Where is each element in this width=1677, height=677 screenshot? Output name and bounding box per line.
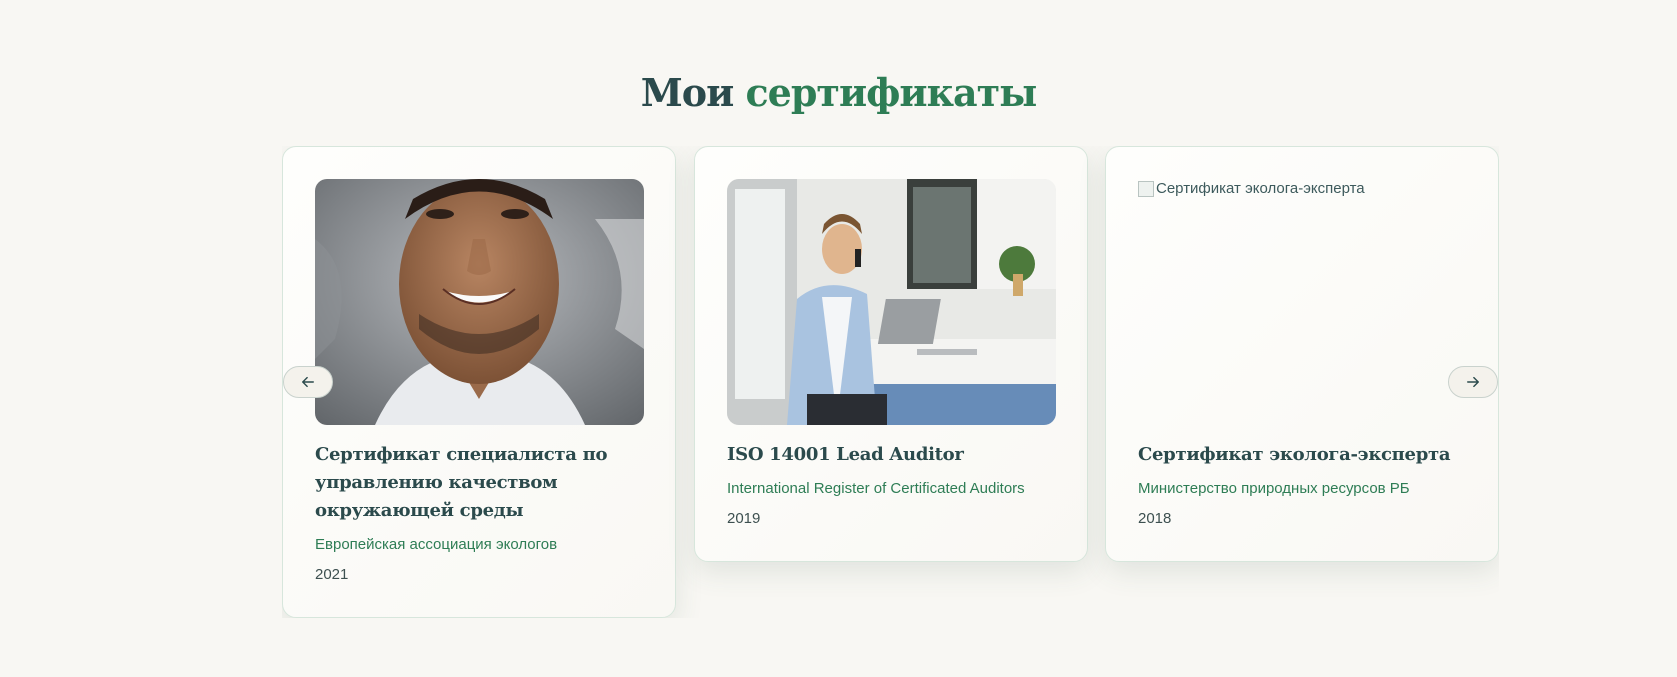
office-photo	[727, 179, 1056, 425]
arrow-left-icon	[302, 376, 314, 388]
certificate-issuer: International Register of Certificated A…	[727, 480, 1025, 497]
certificates-section: Мои сертификаты Сертификат специалиста п…	[0, 0, 1677, 677]
certificate-image-alt: Сертификат эколога-эксперта	[1156, 180, 1365, 197]
certificate-issuer: Министерство природных ресурсов РБ	[1138, 480, 1410, 497]
certificate-title: Сертификат специалиста по управлению кач…	[315, 444, 608, 521]
certificate-title: ISO 14001 Lead Auditor	[727, 444, 964, 465]
slider-next-button[interactable]	[1448, 366, 1498, 398]
certificate-image-broken: Сертификат эколога-эксперта	[1138, 179, 1467, 425]
certificate-card: ISO 14001 Lead Auditor International Reg…	[694, 146, 1088, 562]
certificate-year: 2019	[727, 510, 761, 527]
slider-prev-button[interactable]	[283, 366, 333, 398]
certificate-card: Сертификат специалиста по управлению кач…	[282, 146, 676, 618]
portrait-photo	[315, 179, 644, 425]
certificate-title: Сертификат эколога-эксперта	[1138, 444, 1451, 465]
slider-track: Сертификат специалиста по управлению кач…	[282, 146, 1499, 618]
section-title: Мои сертификаты	[0, 70, 1677, 115]
arrow-right-icon	[1467, 376, 1479, 388]
broken-image-icon	[1138, 181, 1154, 197]
certificate-image	[727, 179, 1056, 425]
section-title-accent: сертификаты	[745, 70, 1038, 115]
certificate-image	[315, 179, 644, 425]
certificates-slider: Сертификат специалиста по управлению кач…	[282, 146, 1499, 618]
certificate-card: Сертификат эколога-эксперта Сертификат э…	[1105, 146, 1499, 562]
certificate-issuer: Европейская ассоциация экологов	[315, 536, 558, 553]
section-title-main: Мои	[640, 70, 735, 115]
certificate-year: 2018	[1138, 510, 1172, 527]
certificate-year: 2021	[315, 566, 349, 583]
